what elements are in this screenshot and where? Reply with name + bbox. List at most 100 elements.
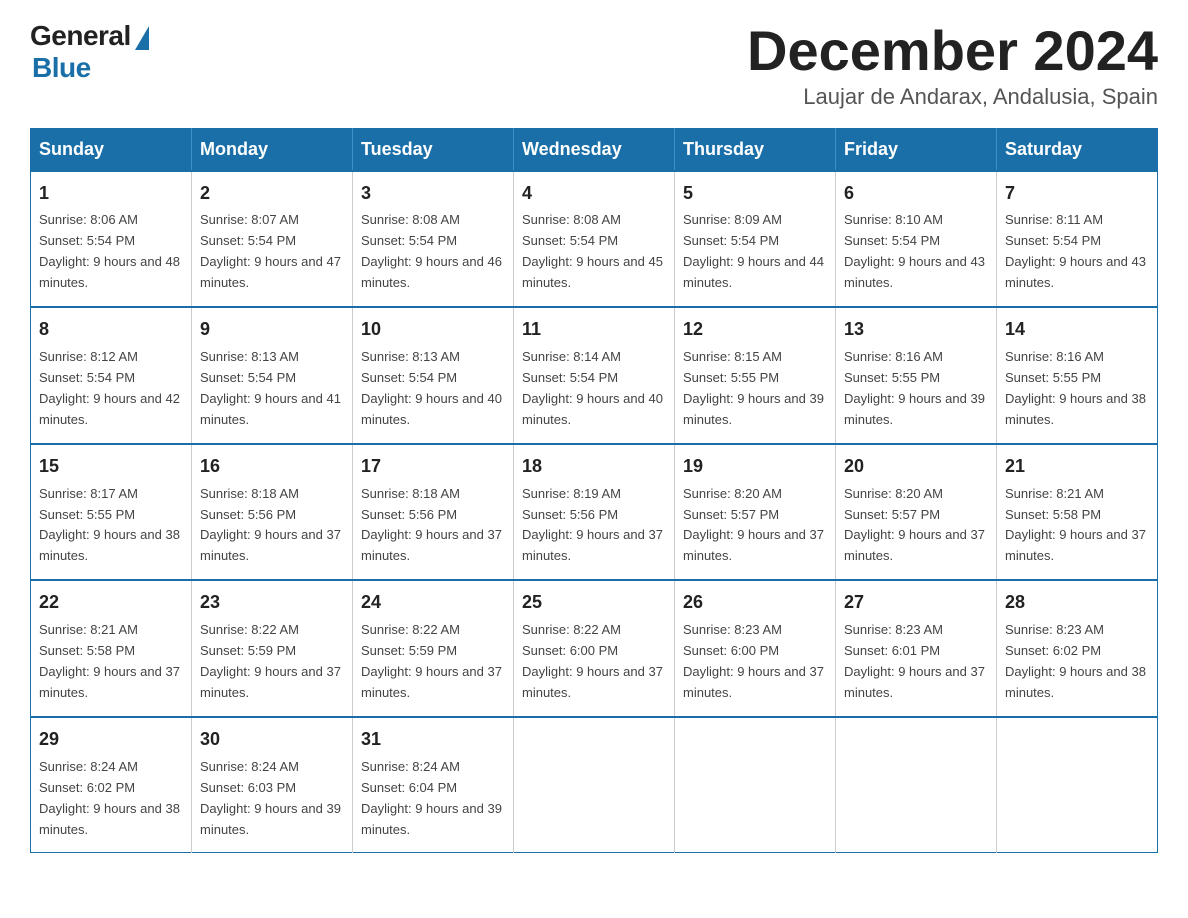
day-info: Sunrise: 8:13 AMSunset: 5:54 PMDaylight:… (200, 349, 341, 427)
logo-triangle-icon (135, 26, 149, 50)
page-header: General Blue December 2024 Laujar de And… (30, 20, 1158, 110)
day-info: Sunrise: 8:18 AMSunset: 5:56 PMDaylight:… (361, 486, 502, 564)
day-number: 2 (200, 180, 344, 208)
day-number: 7 (1005, 180, 1149, 208)
day-number: 18 (522, 453, 666, 481)
day-info: Sunrise: 8:24 AMSunset: 6:04 PMDaylight:… (361, 759, 502, 837)
calendar-cell: 7 Sunrise: 8:11 AMSunset: 5:54 PMDayligh… (997, 171, 1158, 308)
calendar-cell: 20 Sunrise: 8:20 AMSunset: 5:57 PMDaylig… (836, 444, 997, 581)
day-info: Sunrise: 8:21 AMSunset: 5:58 PMDaylight:… (39, 622, 180, 700)
day-info: Sunrise: 8:21 AMSunset: 5:58 PMDaylight:… (1005, 486, 1146, 564)
day-number: 30 (200, 726, 344, 754)
day-info: Sunrise: 8:16 AMSunset: 5:55 PMDaylight:… (1005, 349, 1146, 427)
logo: General Blue (30, 20, 149, 84)
calendar-cell: 6 Sunrise: 8:10 AMSunset: 5:54 PMDayligh… (836, 171, 997, 308)
calendar-cell: 25 Sunrise: 8:22 AMSunset: 6:00 PMDaylig… (514, 580, 675, 717)
day-info: Sunrise: 8:22 AMSunset: 5:59 PMDaylight:… (200, 622, 341, 700)
day-info: Sunrise: 8:10 AMSunset: 5:54 PMDaylight:… (844, 212, 985, 290)
calendar-cell: 15 Sunrise: 8:17 AMSunset: 5:55 PMDaylig… (31, 444, 192, 581)
day-info: Sunrise: 8:15 AMSunset: 5:55 PMDaylight:… (683, 349, 824, 427)
day-header-wednesday: Wednesday (514, 128, 675, 171)
day-info: Sunrise: 8:06 AMSunset: 5:54 PMDaylight:… (39, 212, 180, 290)
day-number: 23 (200, 589, 344, 617)
day-info: Sunrise: 8:22 AMSunset: 5:59 PMDaylight:… (361, 622, 502, 700)
day-number: 21 (1005, 453, 1149, 481)
month-title: December 2024 (747, 20, 1158, 82)
day-number: 20 (844, 453, 988, 481)
calendar-cell (675, 717, 836, 853)
day-number: 8 (39, 316, 183, 344)
day-info: Sunrise: 8:16 AMSunset: 5:55 PMDaylight:… (844, 349, 985, 427)
day-info: Sunrise: 8:11 AMSunset: 5:54 PMDaylight:… (1005, 212, 1146, 290)
day-number: 27 (844, 589, 988, 617)
calendar-cell: 19 Sunrise: 8:20 AMSunset: 5:57 PMDaylig… (675, 444, 836, 581)
day-number: 5 (683, 180, 827, 208)
logo-blue-text: Blue (32, 52, 91, 84)
day-info: Sunrise: 8:18 AMSunset: 5:56 PMDaylight:… (200, 486, 341, 564)
day-number: 26 (683, 589, 827, 617)
calendar-cell: 22 Sunrise: 8:21 AMSunset: 5:58 PMDaylig… (31, 580, 192, 717)
day-info: Sunrise: 8:07 AMSunset: 5:54 PMDaylight:… (200, 212, 341, 290)
calendar-cell: 5 Sunrise: 8:09 AMSunset: 5:54 PMDayligh… (675, 171, 836, 308)
calendar-cell: 23 Sunrise: 8:22 AMSunset: 5:59 PMDaylig… (192, 580, 353, 717)
calendar-cell: 3 Sunrise: 8:08 AMSunset: 5:54 PMDayligh… (353, 171, 514, 308)
day-number: 1 (39, 180, 183, 208)
calendar-cell: 9 Sunrise: 8:13 AMSunset: 5:54 PMDayligh… (192, 307, 353, 444)
calendar-cell: 28 Sunrise: 8:23 AMSunset: 6:02 PMDaylig… (997, 580, 1158, 717)
day-number: 22 (39, 589, 183, 617)
calendar-cell (997, 717, 1158, 853)
day-info: Sunrise: 8:23 AMSunset: 6:00 PMDaylight:… (683, 622, 824, 700)
day-number: 4 (522, 180, 666, 208)
day-number: 10 (361, 316, 505, 344)
day-number: 11 (522, 316, 666, 344)
day-info: Sunrise: 8:23 AMSunset: 6:02 PMDaylight:… (1005, 622, 1146, 700)
calendar-week-row: 8 Sunrise: 8:12 AMSunset: 5:54 PMDayligh… (31, 307, 1158, 444)
day-info: Sunrise: 8:09 AMSunset: 5:54 PMDaylight:… (683, 212, 824, 290)
calendar-cell: 4 Sunrise: 8:08 AMSunset: 5:54 PMDayligh… (514, 171, 675, 308)
day-info: Sunrise: 8:17 AMSunset: 5:55 PMDaylight:… (39, 486, 180, 564)
day-info: Sunrise: 8:13 AMSunset: 5:54 PMDaylight:… (361, 349, 502, 427)
calendar-cell: 13 Sunrise: 8:16 AMSunset: 5:55 PMDaylig… (836, 307, 997, 444)
day-header-friday: Friday (836, 128, 997, 171)
calendar-cell (836, 717, 997, 853)
day-number: 19 (683, 453, 827, 481)
day-number: 25 (522, 589, 666, 617)
location-text: Laujar de Andarax, Andalusia, Spain (747, 84, 1158, 110)
day-info: Sunrise: 8:24 AMSunset: 6:03 PMDaylight:… (200, 759, 341, 837)
calendar-cell: 14 Sunrise: 8:16 AMSunset: 5:55 PMDaylig… (997, 307, 1158, 444)
calendar-cell: 8 Sunrise: 8:12 AMSunset: 5:54 PMDayligh… (31, 307, 192, 444)
day-header-tuesday: Tuesday (353, 128, 514, 171)
calendar-week-row: 15 Sunrise: 8:17 AMSunset: 5:55 PMDaylig… (31, 444, 1158, 581)
day-number: 16 (200, 453, 344, 481)
calendar-cell: 2 Sunrise: 8:07 AMSunset: 5:54 PMDayligh… (192, 171, 353, 308)
day-number: 13 (844, 316, 988, 344)
title-section: December 2024 Laujar de Andarax, Andalus… (747, 20, 1158, 110)
day-info: Sunrise: 8:19 AMSunset: 5:56 PMDaylight:… (522, 486, 663, 564)
day-number: 15 (39, 453, 183, 481)
day-number: 29 (39, 726, 183, 754)
day-info: Sunrise: 8:24 AMSunset: 6:02 PMDaylight:… (39, 759, 180, 837)
calendar-cell: 30 Sunrise: 8:24 AMSunset: 6:03 PMDaylig… (192, 717, 353, 853)
day-header-saturday: Saturday (997, 128, 1158, 171)
calendar-cell (514, 717, 675, 853)
day-info: Sunrise: 8:12 AMSunset: 5:54 PMDaylight:… (39, 349, 180, 427)
calendar-cell: 1 Sunrise: 8:06 AMSunset: 5:54 PMDayligh… (31, 171, 192, 308)
calendar-cell: 26 Sunrise: 8:23 AMSunset: 6:00 PMDaylig… (675, 580, 836, 717)
day-number: 6 (844, 180, 988, 208)
calendar-cell: 21 Sunrise: 8:21 AMSunset: 5:58 PMDaylig… (997, 444, 1158, 581)
day-number: 17 (361, 453, 505, 481)
day-number: 31 (361, 726, 505, 754)
calendar-cell: 16 Sunrise: 8:18 AMSunset: 5:56 PMDaylig… (192, 444, 353, 581)
calendar-cell: 18 Sunrise: 8:19 AMSunset: 5:56 PMDaylig… (514, 444, 675, 581)
day-info: Sunrise: 8:23 AMSunset: 6:01 PMDaylight:… (844, 622, 985, 700)
calendar-week-row: 22 Sunrise: 8:21 AMSunset: 5:58 PMDaylig… (31, 580, 1158, 717)
day-number: 28 (1005, 589, 1149, 617)
calendar-cell: 12 Sunrise: 8:15 AMSunset: 5:55 PMDaylig… (675, 307, 836, 444)
day-number: 14 (1005, 316, 1149, 344)
calendar-week-row: 29 Sunrise: 8:24 AMSunset: 6:02 PMDaylig… (31, 717, 1158, 853)
calendar-cell: 27 Sunrise: 8:23 AMSunset: 6:01 PMDaylig… (836, 580, 997, 717)
calendar-cell: 31 Sunrise: 8:24 AMSunset: 6:04 PMDaylig… (353, 717, 514, 853)
calendar-cell: 29 Sunrise: 8:24 AMSunset: 6:02 PMDaylig… (31, 717, 192, 853)
day-number: 12 (683, 316, 827, 344)
day-info: Sunrise: 8:14 AMSunset: 5:54 PMDaylight:… (522, 349, 663, 427)
